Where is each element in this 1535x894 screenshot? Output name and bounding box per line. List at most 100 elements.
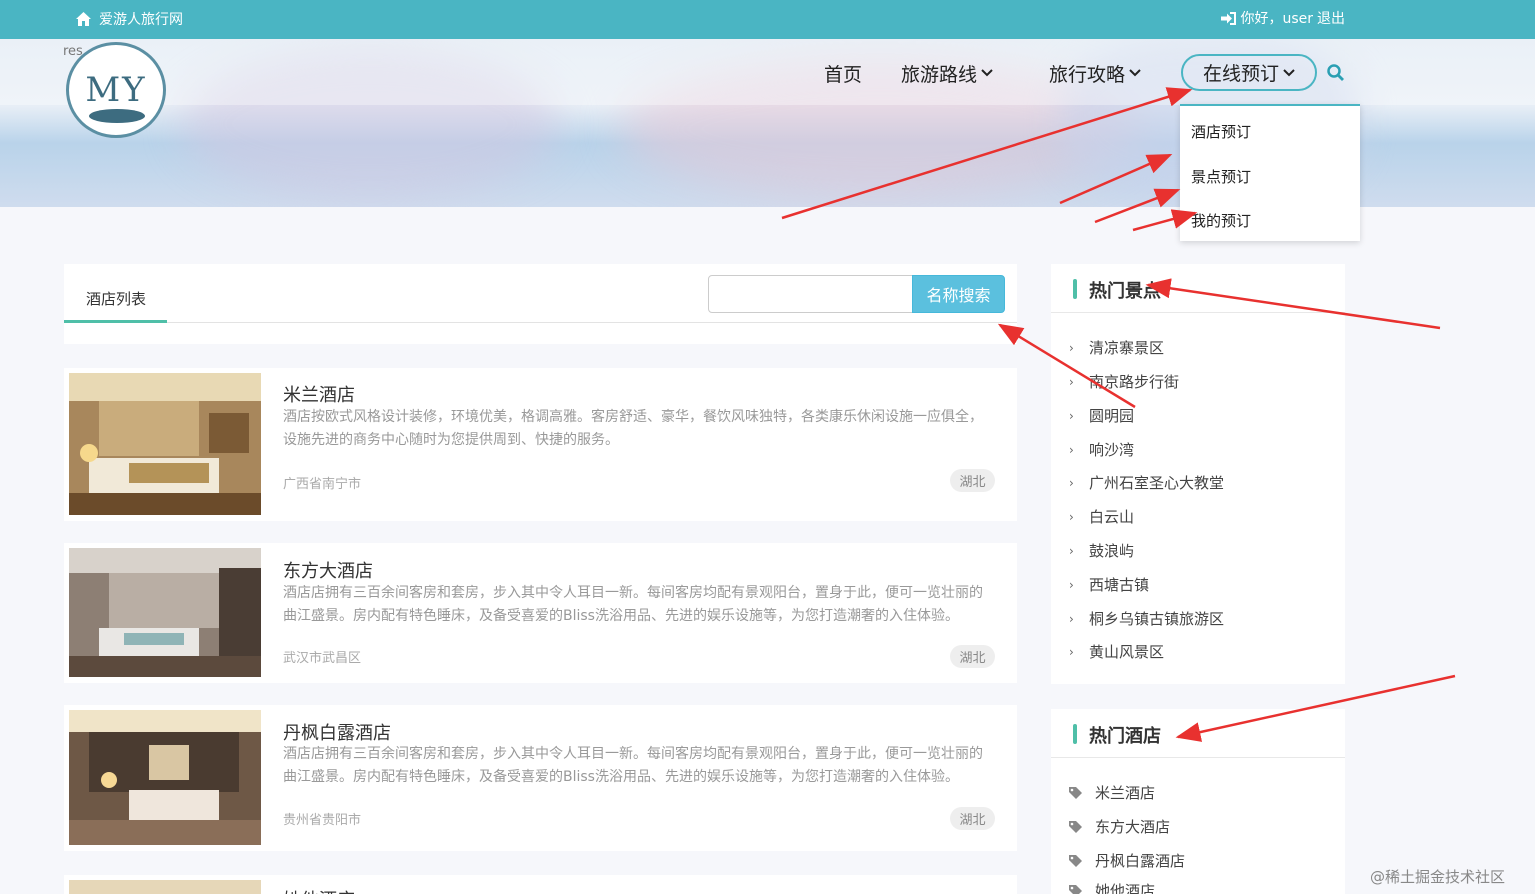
hotel-description: 酒店店拥有三百余间客房和套房，步入其中令人耳目一新。每间客房均配有景观阳台，置身… (283, 746, 983, 785)
hotel-photo[interactable] (69, 710, 261, 845)
hot-hotel-item[interactable]: 东方大酒店 (1069, 816, 1170, 837)
hot-hotel-item[interactable]: 丹枫白露酒店 (1069, 850, 1185, 871)
hot-spot-label: 鼓浪屿 (1089, 542, 1135, 560)
hotel-photo[interactable] (69, 880, 261, 894)
hot-spot-item[interactable]: › 圆明园 (1069, 405, 1134, 426)
user-greeting: 你好，user (1240, 11, 1313, 27)
divider (1051, 312, 1345, 313)
nav-home-label: 首页 (824, 63, 863, 86)
hot-spot-label: 响沙湾 (1089, 441, 1135, 459)
divider (64, 322, 1017, 323)
nav-booking-label: 在线预订 (1202, 63, 1279, 85)
hotel-name[interactable]: 米兰酒店 (283, 381, 355, 407)
home-icon (76, 12, 91, 26)
hot-spot-label: 白云山 (1089, 508, 1135, 526)
tab-hotel-list[interactable]: 酒店列表 (86, 288, 146, 309)
hotel-list-header: 酒店列表 名称搜索 (64, 264, 1017, 344)
search-icon[interactable] (1327, 64, 1344, 81)
hot-spot-label: 清凉寨景区 (1089, 339, 1165, 357)
hotel-location: 武汉市武昌区 (283, 651, 362, 666)
chevron-right-icon: › (1069, 442, 1074, 457)
hotel-card[interactable]: 她他酒店 (64, 875, 1017, 894)
hotel-description: 酒店按欧式风格设计装修，环境优美，格调高雅。客房舒适、豪华，餐饮风味独特，各类康… (283, 409, 983, 448)
hotel-name-search-input[interactable] (708, 275, 913, 313)
hot-spots-title: 热门景点 (1089, 281, 1161, 302)
nav-home[interactable]: 首页 (824, 56, 862, 90)
hotel-description: 酒店店拥有三百余间客房和套房，步入其中令人耳目一新。每间客房均配有景观阳台，置身… (283, 585, 983, 624)
hot-spot-label: 西塘古镇 (1089, 576, 1150, 594)
booking-dropdown-menu: 酒店预订 景点预订 我的预订 (1180, 104, 1360, 241)
hot-spot-label: 南京路步行街 (1089, 373, 1180, 391)
hot-spot-item[interactable]: › 南京路步行街 (1069, 371, 1179, 392)
chevron-right-icon: › (1069, 543, 1074, 558)
tag-icon (1069, 854, 1082, 867)
hot-hotel-label: 她他酒店 (1095, 882, 1156, 894)
hot-hotel-label: 东方大酒店 (1095, 818, 1171, 836)
hot-hotel-item[interactable]: 她他酒店 (1069, 880, 1155, 894)
chevron-right-icon: › (1069, 611, 1074, 626)
active-tab-underline (64, 320, 167, 323)
tag-icon (1069, 786, 1082, 799)
logo-text: MY (85, 70, 147, 110)
menu-item-scenic-booking[interactable]: 景点预订 (1191, 166, 1251, 187)
section-marker (1073, 724, 1077, 744)
hot-hotel-item[interactable]: 米兰酒店 (1069, 782, 1155, 803)
hotel-name[interactable]: 丹枫白露酒店 (283, 719, 391, 745)
hotel-card[interactable]: 东方大酒店 酒店店拥有三百余间客房和套房，步入其中令人耳目一新。每间客房均配有景… (64, 543, 1017, 683)
hotel-card[interactable]: 米兰酒店 酒店按欧式风格设计装修，环境优美，格调高雅。客房舒适、豪华，餐饮风味独… (64, 368, 1017, 521)
hot-spots-panel: 热门景点 › 清凉寨景区 › 南京路步行街 › 圆明园 › 响沙湾 › 广州石室圣心大教堂… (1051, 264, 1345, 684)
hot-spot-item[interactable]: › 广州石室圣心大教堂 (1069, 472, 1224, 493)
site-home-link[interactable]: 爱游人旅行网 (76, 9, 183, 29)
nav-guides-label: 旅行攻略 (1049, 63, 1126, 86)
chevron-right-icon: › (1069, 509, 1074, 524)
hot-spot-item[interactable]: › 桐乡乌镇古镇旅游区 (1069, 608, 1224, 629)
user-area: 你好，user 退出 (1221, 8, 1345, 28)
hotel-name[interactable]: 她他酒店 (283, 886, 355, 894)
nav-guides[interactable]: 旅行攻略 (1049, 56, 1141, 90)
hot-hotels-panel: 热门酒店 米兰酒店 东方大酒店 丹枫白露酒店 她他酒店 (1051, 709, 1345, 894)
section-marker (1073, 279, 1077, 299)
region-badge: 湖北 (950, 807, 995, 830)
hot-spot-item[interactable]: › 白云山 (1069, 506, 1134, 527)
hot-hotels-title: 热门酒店 (1089, 726, 1161, 747)
tag-icon (1069, 820, 1082, 833)
chevron-down-icon (1283, 68, 1295, 76)
chevron-right-icon: › (1069, 577, 1074, 592)
region-badge: 湖北 (950, 645, 995, 668)
hotel-card[interactable]: 丹枫白露酒店 酒店店拥有三百余间客房和套房，步入其中令人耳目一新。每间客房均配有… (64, 705, 1017, 851)
chevron-right-icon: › (1069, 475, 1074, 490)
site-logo[interactable]: MY (66, 42, 166, 138)
hotel-photo[interactable] (69, 373, 261, 515)
hotel-location: 广西省南宁市 (283, 477, 362, 492)
chevron-right-icon: › (1069, 408, 1074, 423)
nav-booking[interactable]: 在线预订 (1181, 54, 1317, 91)
site-name: 爱游人旅行网 (99, 12, 183, 28)
hot-hotel-label: 丹枫白露酒店 (1095, 852, 1186, 870)
hot-spot-item[interactable]: › 黄山风景区 (1069, 641, 1164, 662)
nav-routes-label: 旅游路线 (901, 63, 978, 86)
hot-spot-item[interactable]: › 西塘古镇 (1069, 574, 1149, 595)
logo-wave (89, 109, 145, 123)
region-badge: 湖北 (950, 469, 995, 492)
logout-link[interactable]: 退出 (1317, 8, 1345, 28)
hot-spot-label: 黄山风景区 (1089, 643, 1165, 661)
name-search-button[interactable]: 名称搜索 (912, 275, 1005, 313)
hotel-name[interactable]: 东方大酒店 (283, 557, 373, 583)
hot-spot-item[interactable]: › 清凉寨景区 (1069, 337, 1164, 358)
hot-spot-label: 圆明园 (1089, 407, 1135, 425)
menu-item-my-booking[interactable]: 我的预订 (1191, 210, 1251, 231)
hot-spot-label: 桐乡乌镇古镇旅游区 (1089, 610, 1225, 628)
menu-item-hotel-booking[interactable]: 酒店预订 (1191, 121, 1251, 142)
sign-out-icon (1221, 11, 1237, 25)
hotel-location: 贵州省贵阳市 (283, 813, 362, 828)
chevron-down-icon (1129, 69, 1141, 77)
hot-spot-item[interactable]: › 鼓浪屿 (1069, 540, 1134, 561)
tag-icon (1069, 884, 1082, 894)
hotel-photo[interactable] (69, 548, 261, 677)
chevron-down-icon (981, 69, 993, 77)
hot-spot-item[interactable]: › 响沙湾 (1069, 439, 1134, 460)
watermark: @稀土掘金技术社区 (1370, 868, 1506, 886)
hot-spot-label: 广州石室圣心大教堂 (1089, 474, 1225, 492)
nav-routes[interactable]: 旅游路线 (901, 56, 993, 90)
chevron-right-icon: › (1069, 644, 1074, 659)
